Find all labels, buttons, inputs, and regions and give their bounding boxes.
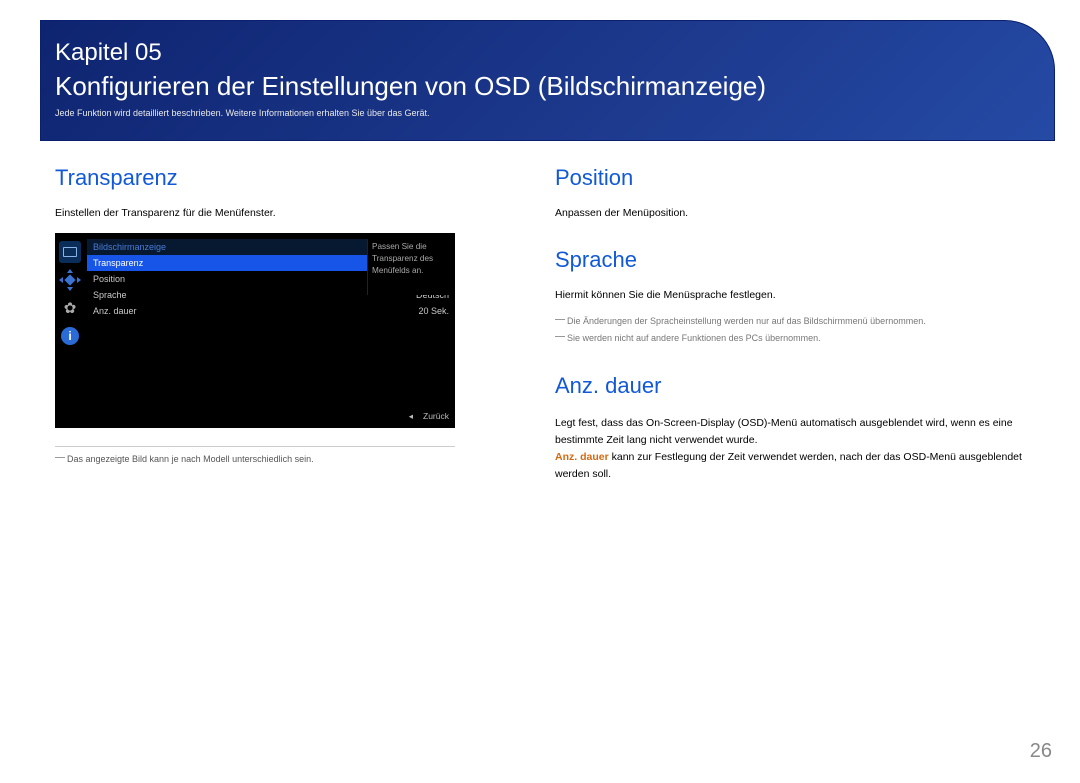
nav-icon bbox=[59, 269, 81, 291]
osd-hint: Passen Sie die Transparenz des Menüfelds… bbox=[367, 239, 455, 295]
right-column: Position Anpassen der Menüposition. Spra… bbox=[555, 165, 1055, 511]
divider bbox=[55, 446, 455, 447]
transparenz-desc: Einstellen der Transparenz für die Menüf… bbox=[55, 207, 515, 219]
heading-transparenz: Transparenz bbox=[55, 165, 515, 191]
anzdauer-p2: Anz. dauer kann zur Festlegung der Zeit … bbox=[555, 449, 1055, 483]
osd-row-anzdauer[interactable]: Anz. dauer 20 Sek. bbox=[87, 303, 455, 319]
osd-row-label: Anz. dauer bbox=[93, 306, 418, 316]
left-column: Transparenz Einstellen der Transparenz f… bbox=[55, 165, 515, 511]
osd-back-button[interactable]: Zurück bbox=[409, 411, 449, 422]
heading-anzdauer: Anz. dauer bbox=[555, 373, 1055, 399]
osd-screenshot: ✿ i Bildschirmanzeige Transparenz Ein Po… bbox=[55, 233, 455, 428]
chapter-header: Kapitel 05 Konfigurieren der Einstellung… bbox=[40, 20, 1055, 141]
heading-sprache: Sprache bbox=[555, 247, 1055, 273]
monitor-icon bbox=[59, 241, 81, 263]
sprache-note-2: Sie werden nicht auf andere Funktionen d… bbox=[555, 332, 1055, 345]
sprache-desc: Hiermit können Sie die Menüsprache festl… bbox=[555, 289, 1055, 301]
screenshot-note: Das angezeigte Bild kann je nach Modell … bbox=[55, 453, 515, 466]
sprache-note-1: Die Änderungen der Spracheinstellung wer… bbox=[555, 315, 1055, 328]
page-number: 26 bbox=[1030, 740, 1052, 763]
page-subtitle: Jede Funktion wird detailliert beschrieb… bbox=[55, 108, 1024, 118]
osd-sidebar: ✿ i bbox=[55, 239, 85, 347]
page-title: Konfigurieren der Einstellungen von OSD … bbox=[55, 71, 1024, 102]
gear-icon: ✿ bbox=[59, 297, 81, 319]
info-icon: i bbox=[59, 325, 81, 347]
position-desc: Anpassen der Menüposition. bbox=[555, 207, 1055, 219]
anzdauer-p1: Legt fest, dass das On-Screen-Display (O… bbox=[555, 415, 1055, 449]
osd-row-value: 20 Sek. bbox=[418, 306, 449, 316]
chapter-label: Kapitel 05 bbox=[55, 39, 1024, 67]
heading-position: Position bbox=[555, 165, 1055, 191]
